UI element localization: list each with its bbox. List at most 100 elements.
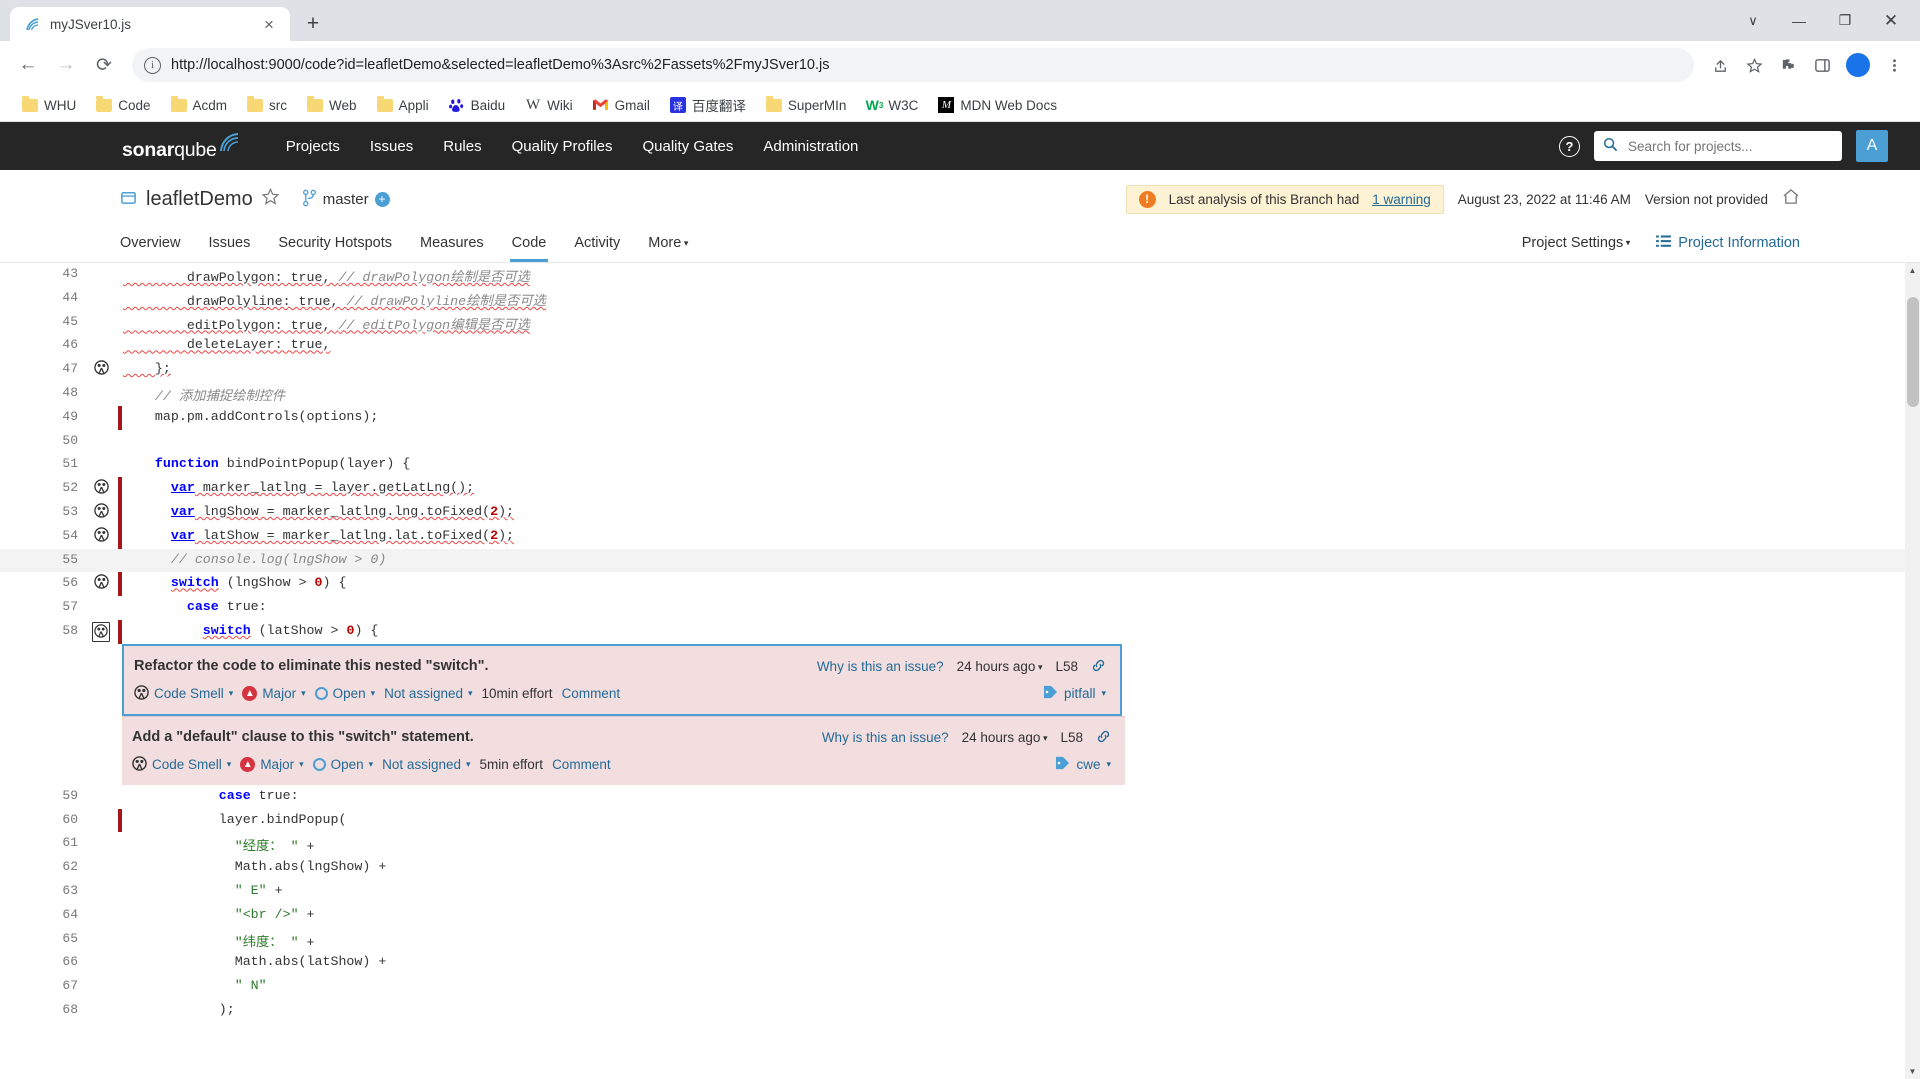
permalink-icon[interactable]: [1091, 658, 1106, 676]
line-number[interactable]: 59: [0, 784, 86, 809]
profile-avatar[interactable]: [1844, 51, 1872, 79]
home-icon[interactable]: [1782, 188, 1800, 210]
line-number[interactable]: 64: [0, 903, 86, 928]
user-avatar[interactable]: A: [1856, 130, 1888, 162]
issue-status[interactable]: Open ▾: [312, 757, 373, 772]
issue-comment-button[interactable]: Comment: [552, 757, 611, 772]
bookmark-item[interactable]: Web: [299, 94, 365, 117]
issue-assignee[interactable]: Not assigned ▾: [382, 757, 470, 772]
code-smell-icon[interactable]: [93, 527, 109, 542]
permalink-icon[interactable]: [1096, 729, 1111, 747]
sonarqube-logo[interactable]: sonar qube: [122, 131, 241, 162]
line-number[interactable]: 55: [0, 548, 86, 573]
vertical-scrollbar[interactable]: ▲ ▼: [1905, 263, 1920, 1079]
why-is-this-an-issue-link[interactable]: Why is this an issue?: [822, 730, 949, 745]
scroll-up-icon[interactable]: ▲: [1905, 263, 1920, 278]
issue-age[interactable]: 24 hours ago ▾: [957, 659, 1043, 674]
browser-tab[interactable]: myJSver10.js ×: [10, 7, 290, 41]
line-number[interactable]: 54: [0, 524, 86, 549]
why-is-this-an-issue-link[interactable]: Why is this an issue?: [817, 659, 944, 674]
line-number[interactable]: 47: [0, 358, 86, 382]
line-number[interactable]: 53: [0, 500, 86, 525]
bookmark-item[interactable]: W3 W3C: [858, 93, 926, 117]
plus-circle-icon[interactable]: +: [374, 191, 390, 207]
tab-code[interactable]: Code: [498, 224, 561, 262]
nav-link-projects[interactable]: Projects: [271, 138, 355, 155]
issue-card[interactable]: Add a "default" clause to this "switch" …: [122, 715, 1125, 785]
bookmark-item[interactable]: 译 百度翻译: [662, 91, 754, 119]
star-outline-icon[interactable]: [261, 187, 280, 212]
line-number[interactable]: 46: [0, 334, 86, 359]
minimize-button[interactable]: —: [1776, 0, 1822, 41]
scroll-down-icon[interactable]: ▼: [1905, 1064, 1920, 1079]
issue-type[interactable]: Code Smell ▾: [134, 684, 233, 703]
nav-link-administration[interactable]: Administration: [748, 138, 873, 155]
line-number[interactable]: 62: [0, 856, 86, 880]
bookmark-item[interactable]: Code: [88, 94, 158, 117]
bookmark-item[interactable]: M MDN Web Docs: [930, 93, 1065, 117]
puzzle-icon[interactable]: [1772, 49, 1804, 81]
line-number[interactable]: 57: [0, 596, 86, 620]
issue-tags[interactable]: pitfall ▾: [1043, 685, 1106, 702]
close-icon[interactable]: ×: [258, 13, 280, 35]
issue-type[interactable]: Code Smell ▾: [132, 755, 231, 774]
tab-overview[interactable]: Overview: [120, 224, 194, 262]
line-number[interactable]: 65: [0, 927, 86, 952]
nav-link-rules[interactable]: Rules: [428, 138, 496, 155]
new-tab-button[interactable]: +: [298, 8, 328, 38]
bookmark-item[interactable]: WHU: [14, 94, 84, 117]
issue-assignee[interactable]: Not assigned ▾: [384, 686, 472, 701]
tab-security-hotspots[interactable]: Security Hotspots: [264, 224, 406, 262]
address-bar[interactable]: i http://localhost:9000/code?id=leafletD…: [132, 48, 1694, 82]
line-number[interactable]: 45: [0, 310, 86, 335]
project-settings-menu[interactable]: Project Settings ▾: [1522, 235, 1631, 251]
issue-age[interactable]: 24 hours ago ▾: [962, 730, 1048, 745]
issue-severity[interactable]: ▲ Major ▾: [242, 686, 306, 702]
line-number[interactable]: 67: [0, 975, 86, 999]
code-viewer[interactable]: 43 drawPolygon: true, // drawPolygon绘制是否…: [0, 263, 1920, 1079]
issue-status[interactable]: Open ▾: [314, 686, 375, 701]
tab-activity[interactable]: Activity: [560, 224, 634, 262]
line-number[interactable]: 68: [0, 998, 86, 1023]
issue-card[interactable]: Refactor the code to eliminate this nest…: [122, 643, 1122, 716]
line-number[interactable]: 43: [0, 263, 86, 287]
line-number[interactable]: 58: [0, 619, 86, 644]
bookmark-item[interactable]: src: [239, 94, 295, 117]
reload-icon[interactable]: ⟳: [86, 47, 122, 83]
window-close-button[interactable]: ✕: [1868, 0, 1914, 41]
project-information-button[interactable]: Project Information: [1656, 234, 1800, 252]
sidepanel-icon[interactable]: [1806, 49, 1838, 81]
code-smell-icon[interactable]: [93, 479, 109, 494]
line-number[interactable]: 44: [0, 286, 86, 311]
search-input[interactable]: [1626, 137, 1833, 155]
bookmark-item[interactable]: W Wiki: [517, 93, 581, 117]
line-number[interactable]: 48: [0, 381, 86, 406]
code-smell-icon[interactable]: [93, 503, 109, 518]
nav-link-quality-profiles[interactable]: Quality Profiles: [497, 138, 628, 155]
line-number[interactable]: 66: [0, 951, 86, 976]
bookmark-item[interactable]: Gmail: [585, 93, 658, 117]
scrollbar-thumb[interactable]: [1907, 297, 1919, 407]
nav-link-issues[interactable]: Issues: [355, 138, 428, 155]
tab-more[interactable]: More ▾: [634, 224, 702, 262]
issue-tags[interactable]: cwe ▾: [1055, 756, 1111, 773]
line-number[interactable]: 60: [0, 808, 86, 833]
chevron-down-icon[interactable]: ∨: [1730, 0, 1776, 41]
back-icon[interactable]: ←: [10, 47, 46, 83]
line-number[interactable]: 49: [0, 405, 86, 430]
line-number[interactable]: 61: [0, 832, 86, 857]
code-smell-icon[interactable]: [93, 574, 109, 590]
line-number[interactable]: 50: [0, 429, 86, 454]
branch-selector[interactable]: master +: [302, 189, 390, 210]
line-number[interactable]: 52: [0, 477, 86, 501]
tab-issues[interactable]: Issues: [194, 224, 264, 262]
issue-comment-button[interactable]: Comment: [562, 686, 621, 701]
tab-measures[interactable]: Measures: [406, 224, 498, 262]
warning-count-link[interactable]: 1 warning: [1372, 192, 1431, 207]
search-projects-box[interactable]: [1594, 131, 1842, 161]
line-number[interactable]: 63: [0, 879, 86, 904]
forward-icon[interactable]: →: [48, 47, 84, 83]
share-icon[interactable]: [1704, 49, 1736, 81]
issue-severity[interactable]: ▲ Major ▾: [240, 757, 304, 773]
nav-link-quality-gates[interactable]: Quality Gates: [627, 138, 748, 155]
